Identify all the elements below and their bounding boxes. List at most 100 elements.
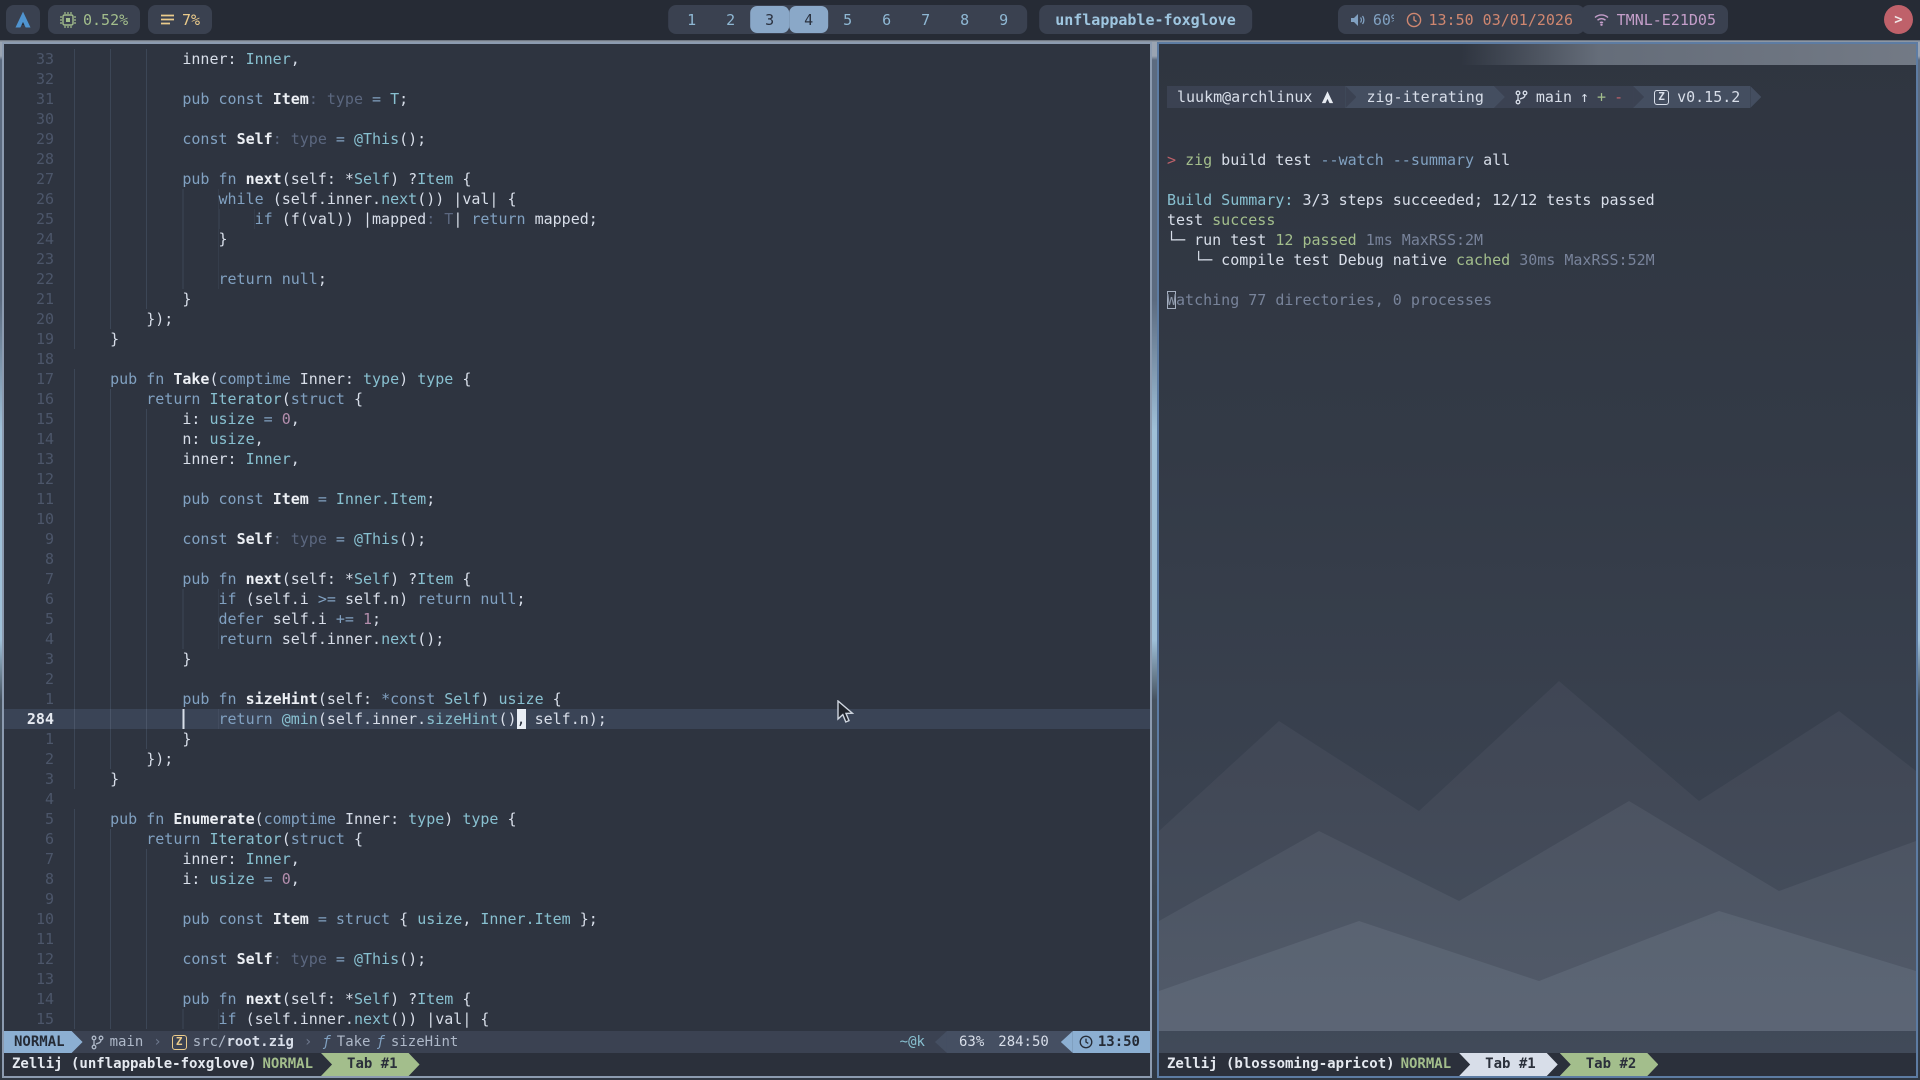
code-line[interactable]: 21 } (4, 289, 1150, 309)
line-number: 14 (4, 429, 54, 449)
launcher-button[interactable] (6, 5, 40, 34)
code-line[interactable]: 16 return Iterator(struct { (4, 389, 1150, 409)
code-line[interactable]: 15 i: usize = 0, (4, 409, 1150, 429)
code-line[interactable]: 4 return self.inner.next(); (4, 629, 1150, 649)
terminal-line: Watching 77 directories, 0 processes (1167, 290, 1916, 310)
code-line[interactable]: 14 pub fn next(self: *Self) ?Item { (4, 989, 1150, 1009)
terminal-pane[interactable]: luukm@archlinux zig-iterating main ↑ + - (1159, 44, 1916, 1053)
ram-usage-pill[interactable]: 7% (148, 5, 212, 34)
code-line[interactable]: 11 (4, 929, 1150, 949)
code-line[interactable]: 1 pub fn sizeHint(self: *const Self) usi… (4, 689, 1150, 709)
workspace-7[interactable]: 7 (906, 6, 945, 33)
line-number: 14 (4, 989, 54, 1009)
line-number: 28 (4, 149, 54, 169)
code-line[interactable]: 25 if (f(val)) |mapped: T| return mapped… (4, 209, 1150, 229)
code-line[interactable]: 28 (4, 149, 1150, 169)
code-editor[interactable]: 33 inner: Inner,32 31 pub const Item: ty… (4, 44, 1150, 1031)
code-line[interactable]: 7 inner: Inner, (4, 849, 1150, 869)
code-line[interactable]: 2 }); (4, 749, 1150, 769)
code-line[interactable]: 4 (4, 789, 1150, 809)
code-line[interactable]: 9 const Self: type = @This(); (4, 529, 1150, 549)
code-line[interactable]: 9 (4, 889, 1150, 909)
terminal-line: Build Summary: 3/3 steps succeeded; 12/1… (1167, 190, 1916, 210)
line-number: 23 (4, 249, 54, 269)
code-line[interactable]: 5 pub fn Enumerate(comptime Inner: type)… (4, 809, 1150, 829)
line-number: 22 (4, 269, 54, 289)
code-line[interactable]: 3 } (4, 769, 1150, 789)
workspace-4[interactable]: 4 (789, 6, 828, 33)
scroll-percent: 63% (959, 1031, 984, 1053)
code-line[interactable]: 30 (4, 109, 1150, 129)
cpu-usage-pill[interactable]: 0.52% (48, 5, 140, 34)
code-line[interactable]: 10 pub const Item = struct { usize, Inne… (4, 909, 1150, 929)
code-line[interactable]: 33 inner: Inner, (4, 49, 1150, 69)
code-line[interactable]: 20 }); (4, 309, 1150, 329)
clock-pill[interactable]: 13:50 03/01/2026 (1394, 5, 1586, 34)
code-line[interactable]: 13 (4, 969, 1150, 989)
workspace-2[interactable]: 2 (711, 6, 750, 33)
workspace-switcher: 123456789 (668, 5, 1027, 34)
mouse-cursor (836, 700, 856, 724)
clock-value: 13:50 03/01/2026 (1429, 11, 1574, 29)
code-line[interactable]: 22 return null; (4, 269, 1150, 289)
code-line[interactable]: 14 n: usize, (4, 429, 1150, 449)
line-number: 3 (4, 649, 54, 669)
code-line[interactable]: 2 (4, 669, 1150, 689)
code-line[interactable]: 12 (4, 469, 1150, 489)
code-line[interactable]: 6 return Iterator(struct { (4, 829, 1150, 849)
code-line[interactable]: 19 } (4, 329, 1150, 349)
arch-linux-icon (1320, 90, 1335, 105)
terminal-line: test success (1167, 210, 1916, 230)
line-number: 7 (4, 849, 54, 869)
terminal-window: luukm@archlinux zig-iterating main ↑ + - (1157, 42, 1918, 1078)
shell-prompt: luukm@archlinux zig-iterating main ↑ + - (1167, 86, 1916, 108)
code-line[interactable]: 8 i: usize = 0, (4, 869, 1150, 889)
workspace-6[interactable]: 6 (867, 6, 906, 33)
line-number: 5 (4, 609, 54, 629)
code-line[interactable]: 11 pub const Item = Inner.Item; (4, 489, 1150, 509)
code-line[interactable]: 6 if (self.i >= self.n) return null; (4, 589, 1150, 609)
code-line[interactable]: 24 } (4, 229, 1150, 249)
zellij-tab-tab2[interactable]: Tab #2 (1560, 1053, 1659, 1076)
workspace-8[interactable]: 8 (945, 6, 984, 33)
code-line[interactable]: 31 pub const Item: type = T; (4, 89, 1150, 109)
scroll-position: 63% 284:50 (947, 1031, 1061, 1053)
line-number: 10 (4, 509, 54, 529)
code-line[interactable]: 18 (4, 349, 1150, 369)
git-branch-icon (1515, 90, 1528, 105)
function-icon: ƒ (376, 1031, 384, 1053)
power-button[interactable]: > (1884, 5, 1913, 34)
code-line[interactable]: 1 } (4, 729, 1150, 749)
workspace-9[interactable]: 9 (984, 6, 1023, 33)
zellij-tab-tab1[interactable]: Tab #1 (1459, 1053, 1558, 1076)
code-line[interactable]: 5 defer self.i += 1; (4, 609, 1150, 629)
code-line[interactable]: 15 if (self.inner.next()) |val| { (4, 1009, 1150, 1029)
code-line-current[interactable]: 284 return @min(self.inner.sizeHint(), s… (4, 709, 1150, 729)
code-line[interactable]: 13 inner: Inner, (4, 449, 1150, 469)
code-line[interactable]: 10 (4, 509, 1150, 529)
code-line[interactable]: 23 (4, 249, 1150, 269)
code-line[interactable]: 8 (4, 549, 1150, 569)
line-number: 2 (4, 669, 54, 689)
workspace-1[interactable]: 1 (672, 6, 711, 33)
code-line[interactable]: 26 while (self.inner.next()) |val| { (4, 189, 1150, 209)
zellij-tab-tab1[interactable]: Tab #1 (321, 1053, 420, 1076)
code-line[interactable]: 29 const Self: type = @This(); (4, 129, 1150, 149)
workspace-5[interactable]: 5 (828, 6, 867, 33)
wifi-pill[interactable]: TMNL-E21D05 (1581, 5, 1728, 34)
terminal-line: > zig build test --watch --summary all (1167, 150, 1916, 170)
top-bar: 0.52% 7% 123456789 unflappable-foxglove … (0, 0, 1920, 40)
line-number: 25 (4, 209, 54, 229)
code-line[interactable]: 3 } (4, 649, 1150, 669)
power-glyph: > (1894, 12, 1902, 28)
code-line[interactable]: 27 pub fn next(self: *Self) ?Item { (4, 169, 1150, 189)
code-line[interactable]: 17 pub fn Take(comptime Inner: type) typ… (4, 369, 1150, 389)
code-line[interactable]: 12 const Self: type = @This(); (4, 949, 1150, 969)
code-line[interactable]: 7 pub fn next(self: *Self) ?Item { (4, 569, 1150, 589)
code-line[interactable]: 32 (4, 69, 1150, 89)
zellij-session-title: Zellij (unflappable-foxglove) (4, 1053, 256, 1076)
session-name-pill[interactable]: unflappable-foxglove (1039, 5, 1252, 34)
editor-window: 33 inner: Inner,32 31 pub const Item: ty… (2, 42, 1152, 1078)
line-number: 284 (4, 709, 54, 729)
workspace-3[interactable]: 3 (750, 6, 789, 33)
